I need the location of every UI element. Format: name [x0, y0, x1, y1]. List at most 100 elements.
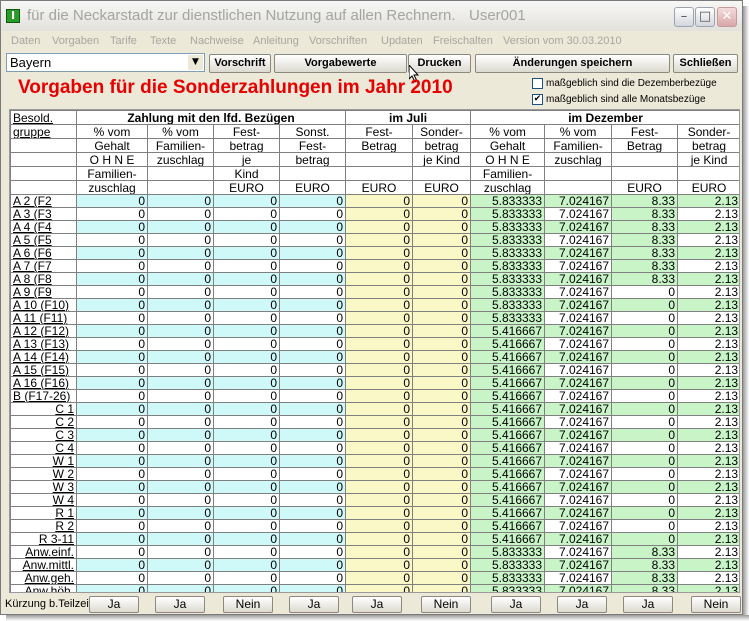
table-cell[interactable]: 0	[213, 402, 280, 416]
table-cell[interactable]: 0	[147, 194, 214, 208]
table-cell[interactable]: 0	[412, 389, 472, 403]
table-cell[interactable]: 0	[278, 272, 347, 286]
table-cell[interactable]: 0	[76, 493, 148, 507]
table-cell[interactable]: 0	[412, 350, 472, 364]
table-cell[interactable]: 2.13	[677, 376, 739, 390]
table-cell[interactable]: 0	[147, 337, 214, 351]
table-cell[interactable]: 0	[412, 311, 472, 325]
table-cell[interactable]: 0	[213, 207, 280, 221]
table-cell[interactable]: 0	[76, 467, 148, 481]
table-cell[interactable]: 5.416667	[470, 402, 546, 416]
table-cell[interactable]: 0	[213, 233, 280, 247]
table-cell[interactable]: 0	[345, 428, 414, 442]
table-cell[interactable]: 0	[76, 506, 148, 520]
table-cell[interactable]: 7.024167	[544, 441, 613, 455]
table-cell[interactable]: 0	[147, 467, 214, 481]
table-cell[interactable]: 0	[412, 298, 472, 312]
table-cell[interactable]: 0	[412, 454, 472, 468]
table-cell[interactable]: 0	[278, 324, 347, 338]
table-cell[interactable]: 0	[345, 324, 414, 338]
table-cell[interactable]: 0	[213, 454, 280, 468]
table-cell[interactable]: 7.024167	[544, 389, 613, 403]
table-cell[interactable]: 0	[412, 376, 472, 390]
table-cell[interactable]: 0	[213, 272, 280, 286]
table-cell[interactable]: 0	[76, 402, 148, 416]
table-cell[interactable]: 0	[213, 558, 280, 572]
table-cell[interactable]: 7.024167	[544, 545, 613, 559]
table-cell[interactable]: 0	[213, 441, 280, 455]
teilzeit-toggle-button[interactable]: Nein	[691, 596, 741, 613]
table-cell[interactable]: 0	[278, 402, 347, 416]
table-cell[interactable]: 0	[147, 571, 214, 585]
table-cell[interactable]: 0	[278, 298, 347, 312]
table-cell[interactable]: 0	[213, 311, 280, 325]
table-cell[interactable]: 0	[611, 311, 679, 325]
table-cell[interactable]: 0	[147, 519, 214, 533]
table-cell[interactable]: 0	[412, 545, 472, 559]
table-cell[interactable]: 0	[345, 311, 414, 325]
table-cell[interactable]: 0	[76, 389, 148, 403]
table-cell[interactable]: 0	[412, 285, 472, 299]
table-cell[interactable]: 0	[147, 558, 214, 572]
table-cell[interactable]: 0	[213, 324, 280, 338]
table-cell[interactable]: 7.024167	[544, 220, 613, 234]
table-cell[interactable]: 0	[412, 428, 472, 442]
table-cell[interactable]: 0	[412, 233, 472, 247]
table-cell[interactable]: 0	[76, 480, 148, 494]
table-cell[interactable]: 0	[76, 246, 148, 260]
table-cell[interactable]: 7.024167	[544, 363, 613, 377]
table-cell[interactable]: 5.416667	[470, 337, 546, 351]
table-cell[interactable]: 0	[278, 571, 347, 585]
table-cell[interactable]: 0	[611, 428, 679, 442]
table-cell[interactable]: 0	[412, 415, 472, 429]
table-cell[interactable]: 0	[213, 350, 280, 364]
table-cell[interactable]: 0	[611, 532, 679, 546]
table-cell[interactable]: 0	[147, 220, 214, 234]
table-cell[interactable]: 7.024167	[544, 493, 613, 507]
table-cell[interactable]: 0	[412, 194, 472, 208]
table-cell[interactable]: 5.416667	[470, 441, 546, 455]
table-cell[interactable]: 0	[345, 454, 414, 468]
table-cell[interactable]: 2.13	[677, 454, 739, 468]
table-cell[interactable]: 2.13	[677, 402, 739, 416]
table-cell[interactable]: 0	[76, 376, 148, 390]
table-cell[interactable]: 5.416667	[470, 467, 546, 481]
table-cell[interactable]: 0	[213, 285, 280, 299]
table-cell[interactable]: 0	[76, 519, 148, 533]
table-cell[interactable]: 8.33	[611, 220, 679, 234]
table-cell[interactable]: 0	[611, 285, 679, 299]
table-cell[interactable]: 5.833333	[470, 571, 546, 585]
table-cell[interactable]: 0	[611, 415, 679, 429]
close-button[interactable]: ✕	[717, 7, 737, 27]
table-cell[interactable]: 7.024167	[544, 506, 613, 520]
table-cell[interactable]: 0	[278, 493, 347, 507]
table-cell[interactable]: 2.13	[677, 363, 739, 377]
table-cell[interactable]: 5.416667	[470, 454, 546, 468]
table-cell[interactable]: 2.13	[677, 415, 739, 429]
table-cell[interactable]: 7.024167	[544, 259, 613, 273]
table-cell[interactable]: 0	[611, 467, 679, 481]
table-cell[interactable]: 0	[76, 194, 148, 208]
table-cell[interactable]: 0	[412, 363, 472, 377]
table-cell[interactable]: 0	[147, 428, 214, 442]
table-cell[interactable]: 0	[147, 207, 214, 221]
table-cell[interactable]: 7.024167	[544, 311, 613, 325]
table-cell[interactable]: 5.416667	[470, 532, 546, 546]
table-cell[interactable]: 0	[147, 285, 214, 299]
table-cell[interactable]: 0	[147, 415, 214, 429]
table-cell[interactable]: 5.833333	[470, 558, 546, 572]
table-cell[interactable]: 0	[345, 363, 414, 377]
table-cell[interactable]: 5.833333	[470, 298, 546, 312]
table-cell[interactable]: 5.416667	[470, 324, 546, 338]
table-cell[interactable]: 5.833333	[470, 207, 546, 221]
maximize-button[interactable]: □	[695, 7, 715, 27]
table-cell[interactable]: 2.13	[677, 519, 739, 533]
table-cell[interactable]: 5.833333	[470, 584, 546, 592]
table-cell[interactable]: 2.13	[677, 558, 739, 572]
table-cell[interactable]: 0	[412, 207, 472, 221]
table-cell[interactable]: 0	[412, 467, 472, 481]
teilzeit-toggle-button[interactable]: Ja	[89, 596, 139, 613]
table-cell[interactable]: 0	[278, 363, 347, 377]
table-cell[interactable]: 2.13	[677, 220, 739, 234]
table-cell[interactable]: 0	[278, 480, 347, 494]
